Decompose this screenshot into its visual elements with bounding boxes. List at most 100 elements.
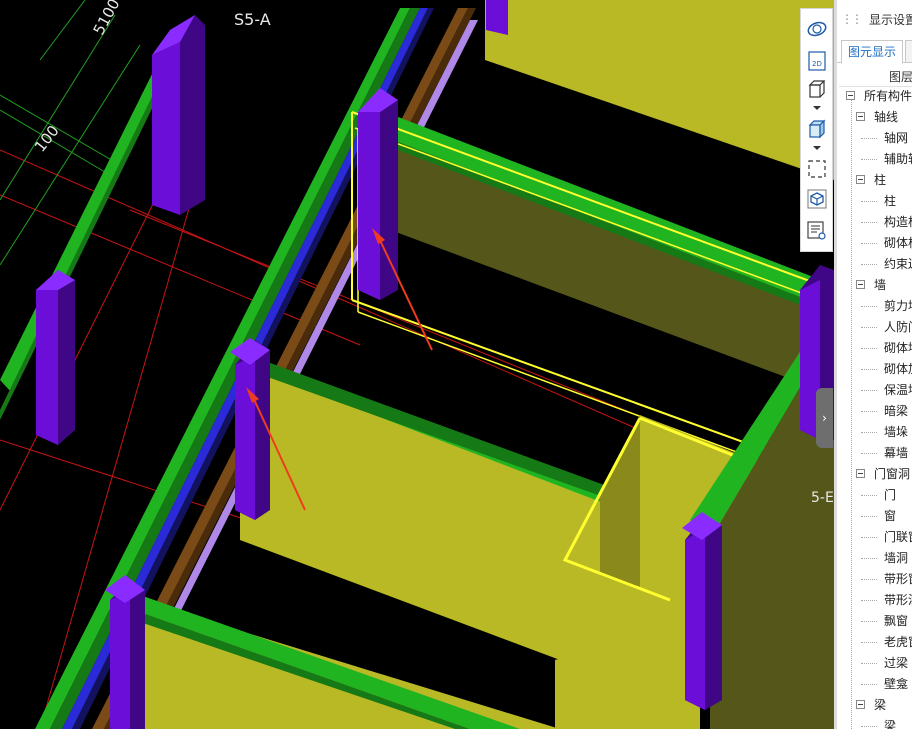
model-canvas[interactable]: S5-A 5-E 5100 100 xyxy=(0,0,834,729)
tree-item-label: 砌体柱 xyxy=(884,236,912,250)
tree-group-row[interactable]: 柱 xyxy=(837,170,912,191)
component-cube-icon xyxy=(807,189,827,209)
tree-connector xyxy=(861,201,877,202)
tree-item-label: 辅助轴 xyxy=(884,152,912,166)
collapse-toggle-icon[interactable] xyxy=(856,175,865,184)
tree-item-label: 柱 xyxy=(874,173,887,187)
tree-item-row[interactable]: 保温墙 xyxy=(837,380,912,401)
tree-group-row[interactable]: 梁 xyxy=(837,695,912,716)
view-2d-button[interactable]: 2D xyxy=(805,49,829,73)
tree-connector xyxy=(861,327,877,328)
tree-item-label: 所有构件 xyxy=(864,89,912,103)
tree-item-row[interactable]: 轴网 xyxy=(837,128,912,149)
column xyxy=(230,338,270,520)
tree-item-row[interactable]: 辅助轴 xyxy=(837,149,912,170)
tree-item-row[interactable]: 墙垛 xyxy=(837,422,912,443)
tree-group-row[interactable]: 所有构件 xyxy=(837,86,912,107)
column xyxy=(358,88,398,300)
tree-item-label: 门窗洞 xyxy=(874,467,911,481)
tree-item-row[interactable]: 门 xyxy=(837,485,912,506)
tree-item-label: 飘窗 xyxy=(884,614,909,628)
collapse-toggle-icon[interactable] xyxy=(856,112,865,121)
tree-connector xyxy=(861,432,877,433)
display-list-icon xyxy=(807,221,826,240)
tree-connector xyxy=(861,411,877,412)
tree-item-label: 老虎窗 xyxy=(884,635,912,649)
tree-connector xyxy=(861,684,877,685)
tree-item-row[interactable]: 梁 xyxy=(837,716,912,729)
display-list-button[interactable] xyxy=(805,219,829,243)
tree-connector xyxy=(861,222,877,223)
chevron-right-icon: › xyxy=(822,411,827,425)
wireframe-cube-button[interactable] xyxy=(805,77,829,101)
collapse-toggle-icon[interactable] xyxy=(856,469,865,478)
tab-next[interactable] xyxy=(905,40,912,63)
panel-collapse-handle[interactable]: › xyxy=(816,388,833,448)
tree-item-label: 砌体加 xyxy=(884,362,912,376)
tree-item-row[interactable]: 壁龛 xyxy=(837,674,912,695)
tab-element-display[interactable]: 图元显示 xyxy=(841,40,904,64)
tree-item-label: 带形窗 xyxy=(884,572,912,586)
orbit-button[interactable] xyxy=(805,17,829,41)
drag-grip-icon[interactable]: ⋮⋮ xyxy=(841,12,863,26)
chevron-down-icon[interactable] xyxy=(813,146,821,150)
tree-item-label: 轴线 xyxy=(874,110,899,124)
tree-item-label: 梁 xyxy=(884,719,897,729)
tree-connector xyxy=(861,558,877,559)
axis-label-right: 5-E xyxy=(811,490,834,506)
solid-cube-button[interactable] xyxy=(805,117,829,141)
display-settings-panel: ⋮⋮ 显示设置 图元显示 图层 所有构件轴线轴网辅助轴柱柱构造柱砌体柱约束边墙剪… xyxy=(834,0,912,729)
tree-connector xyxy=(861,306,877,307)
tree-connector xyxy=(861,537,877,538)
select-frame-button[interactable] xyxy=(805,157,829,181)
tree-item-label: 剪力墙 xyxy=(884,299,912,313)
tree-connector xyxy=(861,138,877,139)
component-cube-button[interactable] xyxy=(805,187,829,211)
svg-text:2D: 2D xyxy=(812,60,822,68)
tree-item-label: 门 xyxy=(884,488,897,502)
chevron-down-icon[interactable] xyxy=(813,106,821,110)
tree-connector xyxy=(861,726,877,727)
tree-item-label: 约束边 xyxy=(884,257,912,271)
3d-viewport[interactable]: S5-A 5-E 5100 100 › xyxy=(0,0,834,729)
collapse-toggle-icon[interactable] xyxy=(856,700,865,709)
column xyxy=(486,0,508,35)
tree-item-row[interactable]: 柱 xyxy=(837,191,912,212)
column xyxy=(152,15,205,215)
tree-item-label: 墙 xyxy=(874,278,887,292)
collapse-toggle-icon[interactable] xyxy=(856,280,865,289)
tree-item-row[interactable]: 砌体加 xyxy=(837,359,912,380)
tree-connector xyxy=(861,264,877,265)
tree-item-row[interactable]: 剪力墙 xyxy=(837,296,912,317)
tree-item-row[interactable]: 幕墙 xyxy=(837,443,912,464)
tree-item-row[interactable]: 暗梁 xyxy=(837,401,912,422)
tree-group-row[interactable]: 轴线 xyxy=(837,107,912,128)
tree-item-row[interactable]: 门联窗 xyxy=(837,527,912,548)
tree-item-row[interactable]: 带形洞 xyxy=(837,590,912,611)
tree-item-row[interactable]: 构造柱 xyxy=(837,212,912,233)
tree-item-row[interactable]: 过梁 xyxy=(837,653,912,674)
tree-group-row[interactable]: 门窗洞 xyxy=(837,464,912,485)
collapse-toggle-icon[interactable] xyxy=(846,91,855,100)
tree-item-row[interactable]: 砌体墙 xyxy=(837,338,912,359)
solid-cube-icon xyxy=(808,119,826,139)
tree-item-label: 梁 xyxy=(874,698,887,712)
tree-item-row[interactable]: 人防门 xyxy=(837,317,912,338)
layer-column-header: 图层 xyxy=(839,66,912,87)
tree-group-row[interactable]: 墙 xyxy=(837,275,912,296)
tree-connector xyxy=(861,495,877,496)
tree-item-label: 柱 xyxy=(884,194,897,208)
tree-item-row[interactable]: 带形窗 xyxy=(837,569,912,590)
tree-connector xyxy=(861,453,877,454)
tree-item-row[interactable]: 墙洞 xyxy=(837,548,912,569)
tree-item-row[interactable]: 老虎窗 xyxy=(837,632,912,653)
tree-connector xyxy=(861,663,877,664)
tree-item-row[interactable]: 飘窗 xyxy=(837,611,912,632)
tree-item-row[interactable]: 约束边 xyxy=(837,254,912,275)
tree-connector xyxy=(861,579,877,580)
wireframe-cube-icon xyxy=(808,80,826,98)
column-header-label: 图层 xyxy=(889,70,912,84)
tree-item-row[interactable]: 砌体柱 xyxy=(837,233,912,254)
tree-item-row[interactable]: 窗 xyxy=(837,506,912,527)
tree-item-label: 构造柱 xyxy=(884,215,912,229)
